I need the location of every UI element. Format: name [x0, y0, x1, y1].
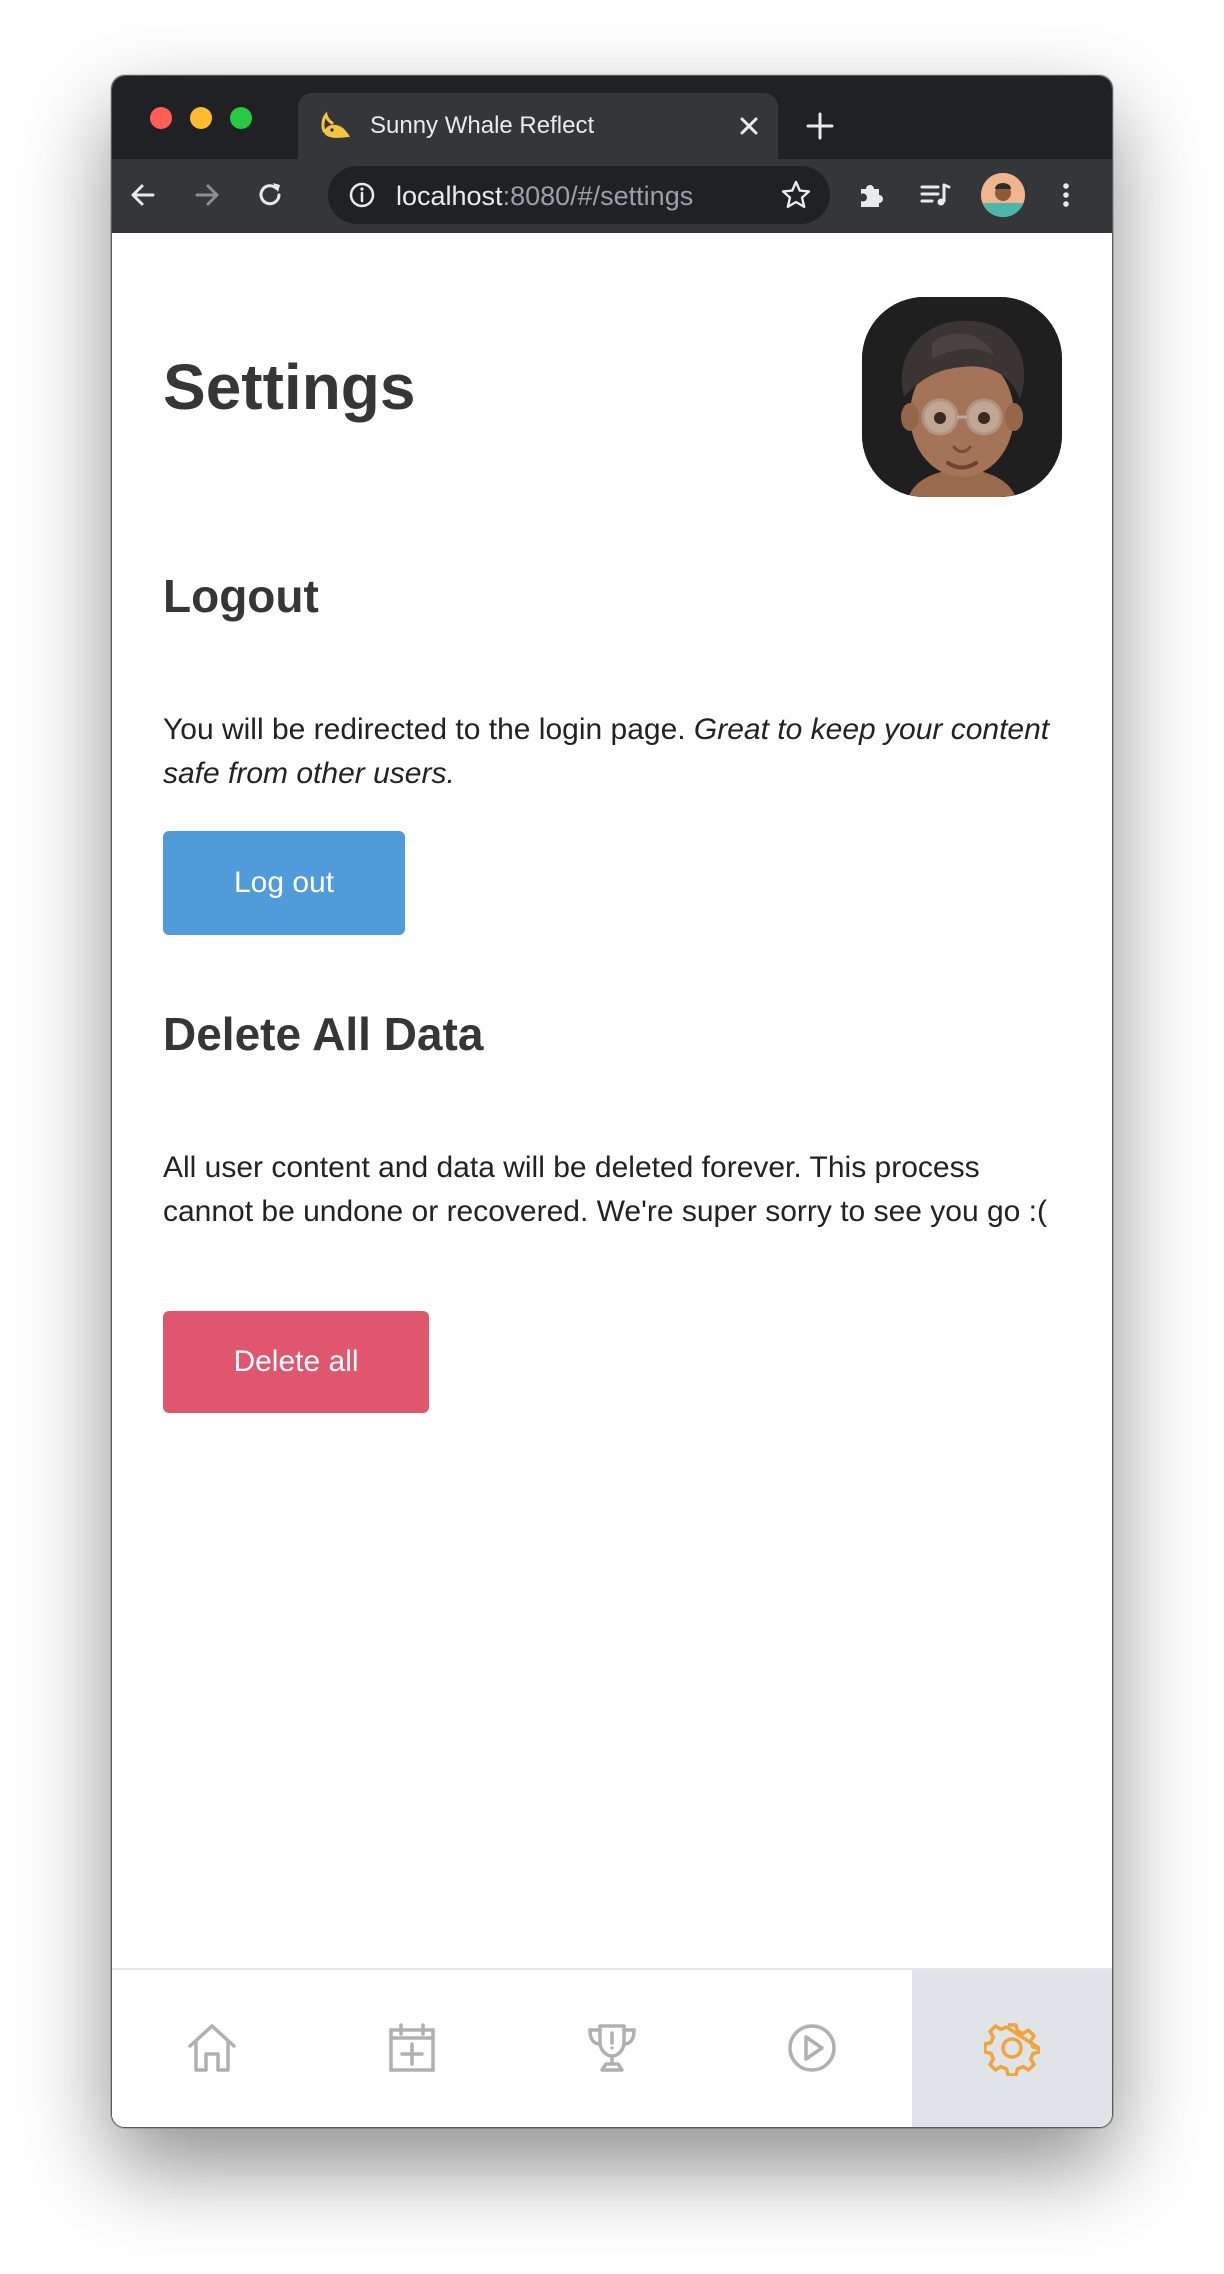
- forward-arrow-icon[interactable]: [189, 177, 225, 213]
- browser-tab[interactable]: Sunny Whale Reflect: [298, 93, 778, 159]
- nav-item-play[interactable]: [712, 1970, 912, 2127]
- profile-avatar[interactable]: [981, 173, 1025, 217]
- tab-strip: Sunny Whale Reflect: [112, 76, 1112, 159]
- close-tab-icon[interactable]: [736, 113, 762, 139]
- logout-button[interactable]: Log out: [163, 831, 405, 935]
- extensions-puzzle-icon[interactable]: [853, 177, 889, 213]
- logout-description: You will be redirected to the login page…: [163, 713, 1050, 790]
- zoom-window-button[interactable]: [230, 107, 252, 129]
- more-menu-icon[interactable]: [1048, 177, 1084, 213]
- memoji-avatar-icon: [862, 297, 1062, 497]
- gear-icon: [984, 2023, 1040, 2076]
- whale-favicon-icon: [321, 111, 350, 138]
- media-queue-icon[interactable]: [917, 177, 953, 213]
- bookmark-star-icon[interactable]: [780, 179, 812, 211]
- new-tab-icon[interactable]: [805, 111, 835, 141]
- url-text[interactable]: localhost:8080/#/settings: [396, 181, 693, 212]
- user-avatar[interactable]: [862, 297, 1062, 497]
- reload-icon[interactable]: [252, 177, 288, 213]
- nav-item-achievements[interactable]: [512, 1970, 712, 2127]
- play-icon: [788, 2024, 836, 2072]
- home-icon: [188, 2024, 236, 2072]
- nav-item-add-entry[interactable]: [312, 1970, 512, 2127]
- tab-title: Sunny Whale Reflect: [370, 112, 595, 139]
- nav-item-settings[interactable]: [912, 1970, 1112, 2127]
- trophy-icon: [588, 2024, 636, 2072]
- calendar-add-icon: [389, 2023, 435, 2072]
- minimize-window-button[interactable]: [190, 107, 212, 129]
- delete-all-button[interactable]: Delete all: [163, 1311, 429, 1413]
- address-bar[interactable]: localhost:8080/#/settings: [328, 166, 830, 224]
- page-title: Settings: [163, 351, 416, 423]
- browser-toolbar: localhost:8080/#/settings: [112, 159, 1112, 233]
- profile-photo-icon: [981, 173, 1025, 217]
- logout-heading: Logout: [163, 570, 319, 622]
- page-content: Settings Logout You will be redirected t: [112, 233, 1112, 2127]
- back-arrow-icon[interactable]: [125, 177, 161, 213]
- browser-window: Sunny Whale Reflect localhost:8080/#/set…: [111, 75, 1113, 2128]
- info-icon[interactable]: [348, 181, 376, 209]
- nav-item-home[interactable]: [112, 1970, 312, 2127]
- delete-all-description: All user content and data will be delete…: [163, 1151, 1048, 1228]
- bottom-navigation: [112, 1968, 1112, 2127]
- delete-all-heading: Delete All Data: [163, 1008, 484, 1060]
- close-window-button[interactable]: [150, 107, 172, 129]
